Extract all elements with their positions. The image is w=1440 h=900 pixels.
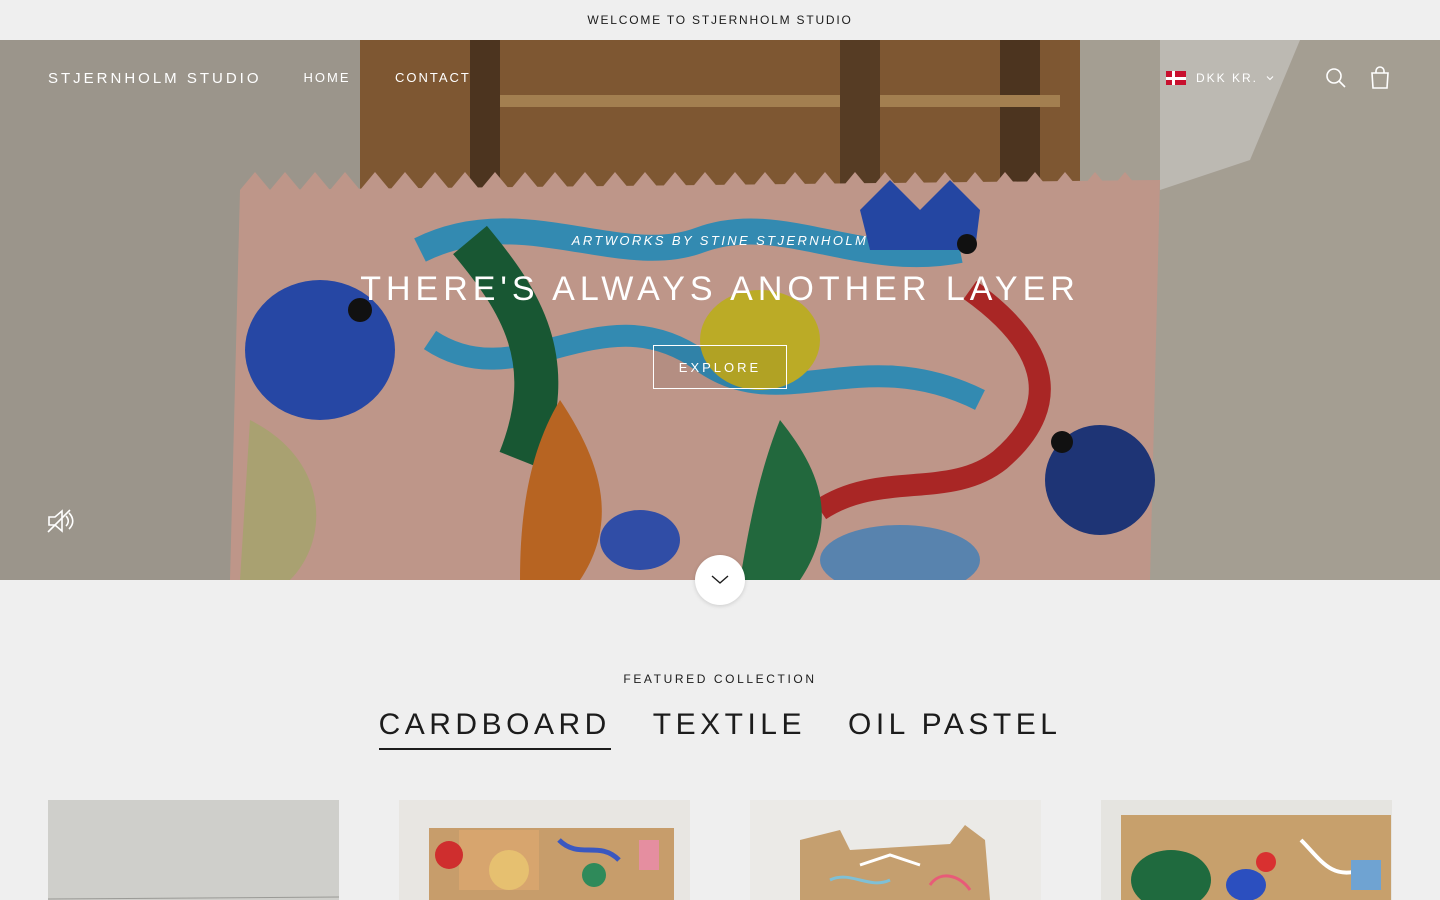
product-grid xyxy=(48,800,1392,900)
product-image xyxy=(750,800,1041,900)
hero-content: ARTWORKS BY STINE STJERNHOLM THERE'S ALW… xyxy=(0,40,1440,580)
product-card[interactable] xyxy=(48,800,339,900)
scroll-down-button[interactable] xyxy=(695,555,745,605)
hero-title: THERE'S ALWAYS ANOTHER LAYER xyxy=(360,270,1080,308)
speaker-muted-icon[interactable] xyxy=(46,507,76,535)
product-image xyxy=(48,800,339,900)
announcement-text: WELCOME TO STJERNHOLM STUDIO xyxy=(587,13,853,27)
announcement-bar: WELCOME TO STJERNHOLM STUDIO xyxy=(0,0,1440,40)
hero-subheading: ARTWORKS BY STINE STJERNHOLM xyxy=(571,233,869,248)
tab-textile[interactable]: TEXTILE xyxy=(653,708,806,750)
chevron-down-icon xyxy=(711,575,729,584)
featured-collection-label: FEATURED COLLECTION xyxy=(623,672,817,686)
product-image xyxy=(1101,800,1392,900)
explore-button[interactable]: EXPLORE xyxy=(653,345,787,389)
tab-cardboard[interactable]: CARDBOARD xyxy=(378,708,611,750)
product-card[interactable] xyxy=(399,800,690,900)
tab-oil-pastel[interactable]: OIL PASTEL xyxy=(848,708,1061,750)
collection-tabs: CARDBOARD TEXTILE OIL PASTEL xyxy=(0,708,1440,750)
product-card[interactable] xyxy=(1101,800,1392,900)
product-card[interactable] xyxy=(750,800,1041,900)
product-image xyxy=(399,800,690,900)
